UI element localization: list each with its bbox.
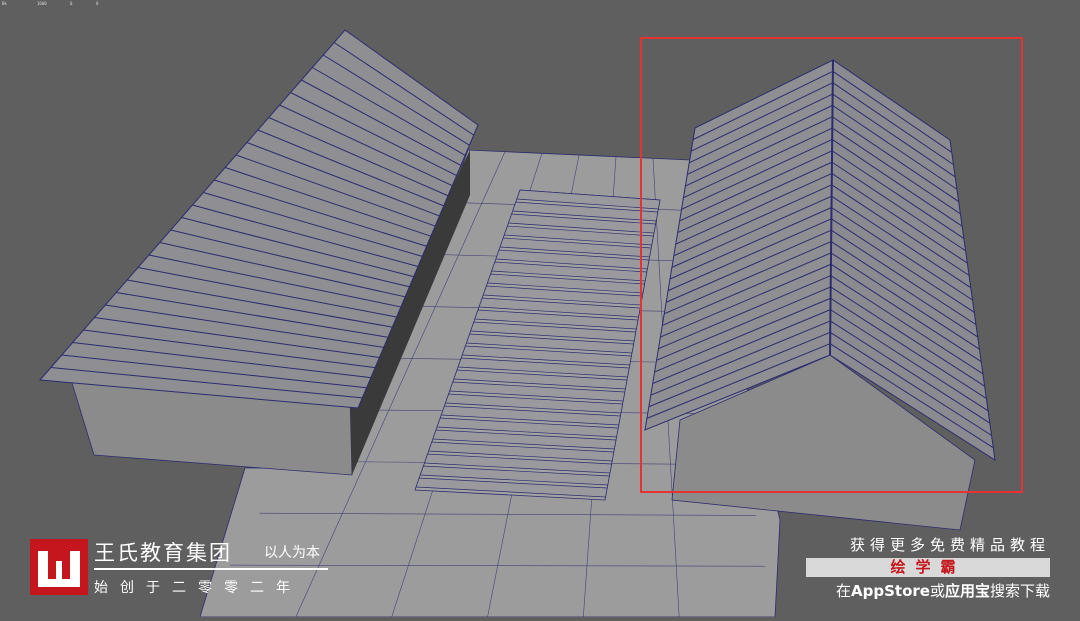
logo-slogan: 以人为本 xyxy=(264,545,320,561)
right-building[interactable] xyxy=(644,59,996,531)
logo-watermark: 王氏教育集团 以人为本 始创于二零零二年 xyxy=(30,537,340,601)
logo-w-icon xyxy=(38,549,80,587)
promo-top: 获得更多免费精品教程 xyxy=(849,536,1050,554)
logo-mark xyxy=(30,539,88,595)
promo-bottom-app: 应用宝 xyxy=(944,582,990,600)
promo-brand: 绘学霸 xyxy=(806,558,1050,577)
hud-label-a: Bk xyxy=(2,1,7,6)
3d-viewport[interactable] xyxy=(0,0,1080,618)
hud-label-b: 1600 xyxy=(37,1,47,6)
promo-bottom-prefix: 在 xyxy=(836,582,852,600)
promo-bottom-suffix: 搜索下载 xyxy=(989,582,1050,600)
promo-bottom-store: AppStore xyxy=(851,582,930,600)
hud-label-d: 0 xyxy=(96,1,99,6)
hud-label-c: 0 xyxy=(70,1,73,6)
logo-title: 王氏教育集团 xyxy=(94,541,232,565)
logo-founded: 始创于二零零二年 xyxy=(94,580,302,596)
logo-divider xyxy=(94,568,328,570)
promo-bottom-or: 或 xyxy=(929,582,945,600)
promo-watermark: 获得更多免费精品教程 绘学霸 在AppStore或应用宝搜索下载 xyxy=(806,534,1050,601)
promo-bottom: 在AppStore或应用宝搜索下载 xyxy=(806,580,1050,601)
scene-canvas[interactable] xyxy=(0,0,1080,618)
